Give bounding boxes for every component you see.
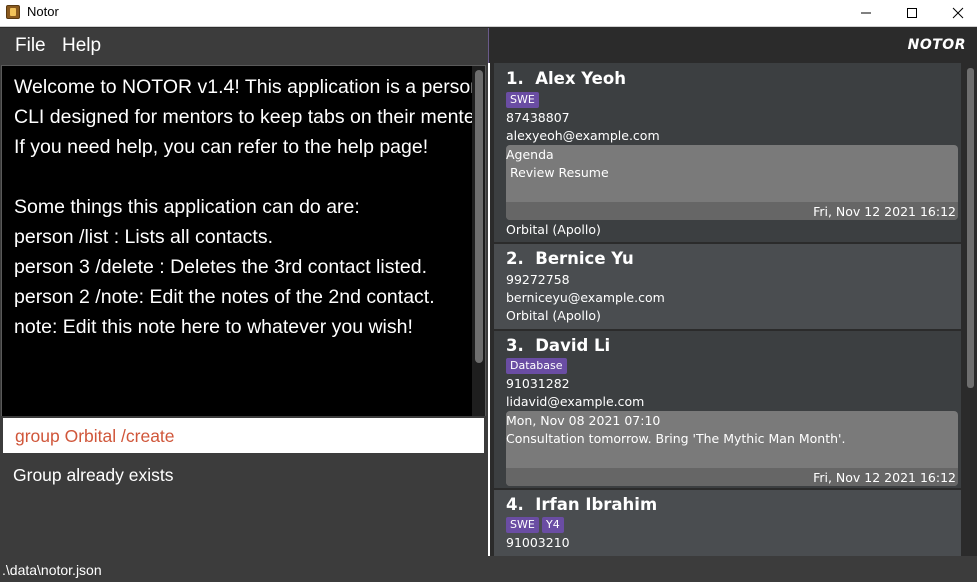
menu-file[interactable]: File xyxy=(15,35,46,57)
close-button[interactable] xyxy=(935,0,977,26)
brand-logo: NOTOR xyxy=(907,37,966,53)
right-header: NOTOR xyxy=(489,28,977,63)
result-line: If you need help, you can refer to the h… xyxy=(14,136,429,158)
result-line: person /list : Lists all contacts. xyxy=(14,226,274,248)
window-title-bar: Notor xyxy=(0,0,977,27)
app-icon xyxy=(6,5,20,19)
status-bar: .\data\notor.json xyxy=(0,556,977,582)
note-box[interactable]: Mon, Nov 08 2021 07:10 Consultation tomo… xyxy=(506,411,958,486)
tag-badge: SWE xyxy=(506,517,539,533)
contact-name: 2. Bernice Yu xyxy=(506,249,634,268)
note-line: Review Resume xyxy=(506,165,609,180)
contact-name: 4. Irfan Ibrahim xyxy=(506,495,658,514)
maximize-button[interactable] xyxy=(889,0,935,26)
contact-list[interactable]: 1. Alex Yeoh SWE 87438807 alexyeoh@examp… xyxy=(490,63,977,556)
menu-bar: File Help xyxy=(0,28,488,63)
contact-card[interactable]: 2. Bernice Yu 99272758 berniceyu@example… xyxy=(494,244,961,329)
note-box[interactable]: Agenda Review Resume Fri, Nov 12 2021 16… xyxy=(506,145,958,220)
contact-list-scroll-thumb[interactable] xyxy=(967,68,974,388)
menu-help[interactable]: Help xyxy=(62,35,101,57)
result-vertical-scroll-thumb[interactable] xyxy=(475,70,483,363)
minimize-button[interactable] xyxy=(843,0,889,26)
result-line: note: Edit this note here to whatever yo… xyxy=(14,316,413,338)
contact-email: berniceyu@example.com xyxy=(506,290,665,305)
contact-card[interactable]: 1. Alex Yeoh SWE 87438807 alexyeoh@examp… xyxy=(494,63,961,242)
note-line: Mon, Nov 08 2021 07:10 xyxy=(506,413,661,428)
tag-badge: SWE xyxy=(506,92,539,108)
result-text: Welcome to NOTOR v1.4! This application … xyxy=(14,72,474,402)
contact-email: lidavid@example.com xyxy=(506,394,645,409)
result-line xyxy=(14,162,474,192)
contact-phone: 87438807 xyxy=(506,110,570,125)
result-line: Welcome to NOTOR v1.4! This application … xyxy=(14,76,474,98)
contact-phone: 91031282 xyxy=(506,376,570,391)
tag-badge: Y4 xyxy=(542,517,564,533)
contact-phone: 91003210 xyxy=(506,535,570,550)
maximize-icon xyxy=(907,8,917,18)
note-line: Consultation tomorrow. Bring 'The Mythic… xyxy=(506,431,846,446)
contact-card[interactable]: 3. David Li Database 91031282 lidavid@ex… xyxy=(494,331,961,488)
result-line: Some things this application can do are: xyxy=(14,196,360,218)
contact-email: alexyeoh@example.com xyxy=(506,128,660,143)
note-line: Agenda xyxy=(506,147,554,162)
minimize-icon xyxy=(861,12,871,14)
result-line: person 3 /delete : Deletes the 3rd conta… xyxy=(14,256,427,278)
contact-card[interactable]: 4. Irfan Ibrahim SWE Y4 91003210 xyxy=(494,490,961,556)
note-date: Fri, Nov 12 2021 16:12 xyxy=(813,470,956,485)
command-feedback: Group already exists xyxy=(13,465,174,485)
result-line: CLI designed for mentors to keep tabs on… xyxy=(14,106,474,128)
contact-phone: 99272758 xyxy=(506,272,570,287)
command-input[interactable]: group Orbital /create xyxy=(1,416,486,455)
note-date: Fri, Nov 12 2021 16:12 xyxy=(813,204,956,219)
left-pane: File Help Welcome to NOTOR v1.4! This ap… xyxy=(0,28,488,556)
data-file-path: .\data\notor.json xyxy=(2,562,102,578)
close-icon xyxy=(952,7,964,19)
contact-name: 1. Alex Yeoh xyxy=(506,69,626,88)
tag-badge: Database xyxy=(506,358,567,374)
contact-group: Orbital (Apollo) xyxy=(506,222,601,237)
window-title: Notor xyxy=(27,4,59,19)
result-display[interactable]: Welcome to NOTOR v1.4! This application … xyxy=(1,65,486,439)
contact-group: Orbital (Apollo) xyxy=(506,308,601,323)
contact-name: 3. David Li xyxy=(506,336,611,355)
result-line: person 2 /note: Edit the notes of the 2n… xyxy=(14,286,435,308)
